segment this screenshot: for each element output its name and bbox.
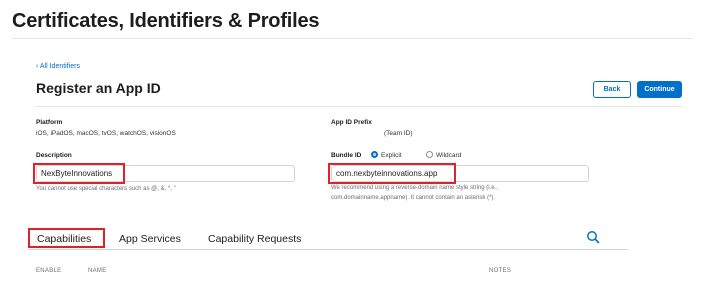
column-name: NAME xyxy=(88,268,107,274)
tab-capability-requests[interactable]: Capability Requests xyxy=(208,233,301,245)
bundle-id-help-line1: We recommend using a reverse-domain name… xyxy=(331,185,498,191)
description-help: You cannot use special characters such a… xyxy=(36,186,176,192)
back-button[interactable]: Back xyxy=(593,81,631,98)
page-title: Certificates, Identifiers & Profiles xyxy=(12,10,320,32)
wildcard-option-label: Wildcard xyxy=(436,152,462,159)
explicit-option-label: Explicit xyxy=(381,152,402,159)
app-id-prefix-label: App ID Prefix xyxy=(331,119,372,126)
tab-app-services[interactable]: App Services xyxy=(119,233,181,245)
column-notes: NOTES xyxy=(489,268,512,274)
section-title: Register an App ID xyxy=(36,80,161,96)
tab-divider xyxy=(28,249,628,250)
platform-value: iOS, iPadOS, macOS, tvOS, watchOS, visio… xyxy=(36,130,176,137)
bundle-id-help-line2: com.domainname.appname). It cannot conta… xyxy=(331,195,496,201)
continue-button[interactable]: Continue xyxy=(637,81,682,98)
description-highlight xyxy=(33,163,125,184)
column-enable: ENABLE xyxy=(36,268,62,274)
capabilities-tab-highlight xyxy=(28,228,105,248)
bundle-id-label: Bundle ID xyxy=(331,152,362,159)
bundle-id-highlight xyxy=(328,163,456,184)
app-id-prefix-value: (Team ID) xyxy=(384,130,413,137)
title-divider xyxy=(12,38,693,39)
search-icon[interactable] xyxy=(586,230,600,244)
header-divider xyxy=(36,106,682,107)
platform-label: Platform xyxy=(36,119,63,126)
description-label: Description xyxy=(36,152,72,159)
wildcard-radio[interactable] xyxy=(426,151,433,158)
explicit-radio[interactable] xyxy=(371,151,378,158)
all-identifiers-link[interactable]: ‹ All Identifiers xyxy=(36,63,80,70)
